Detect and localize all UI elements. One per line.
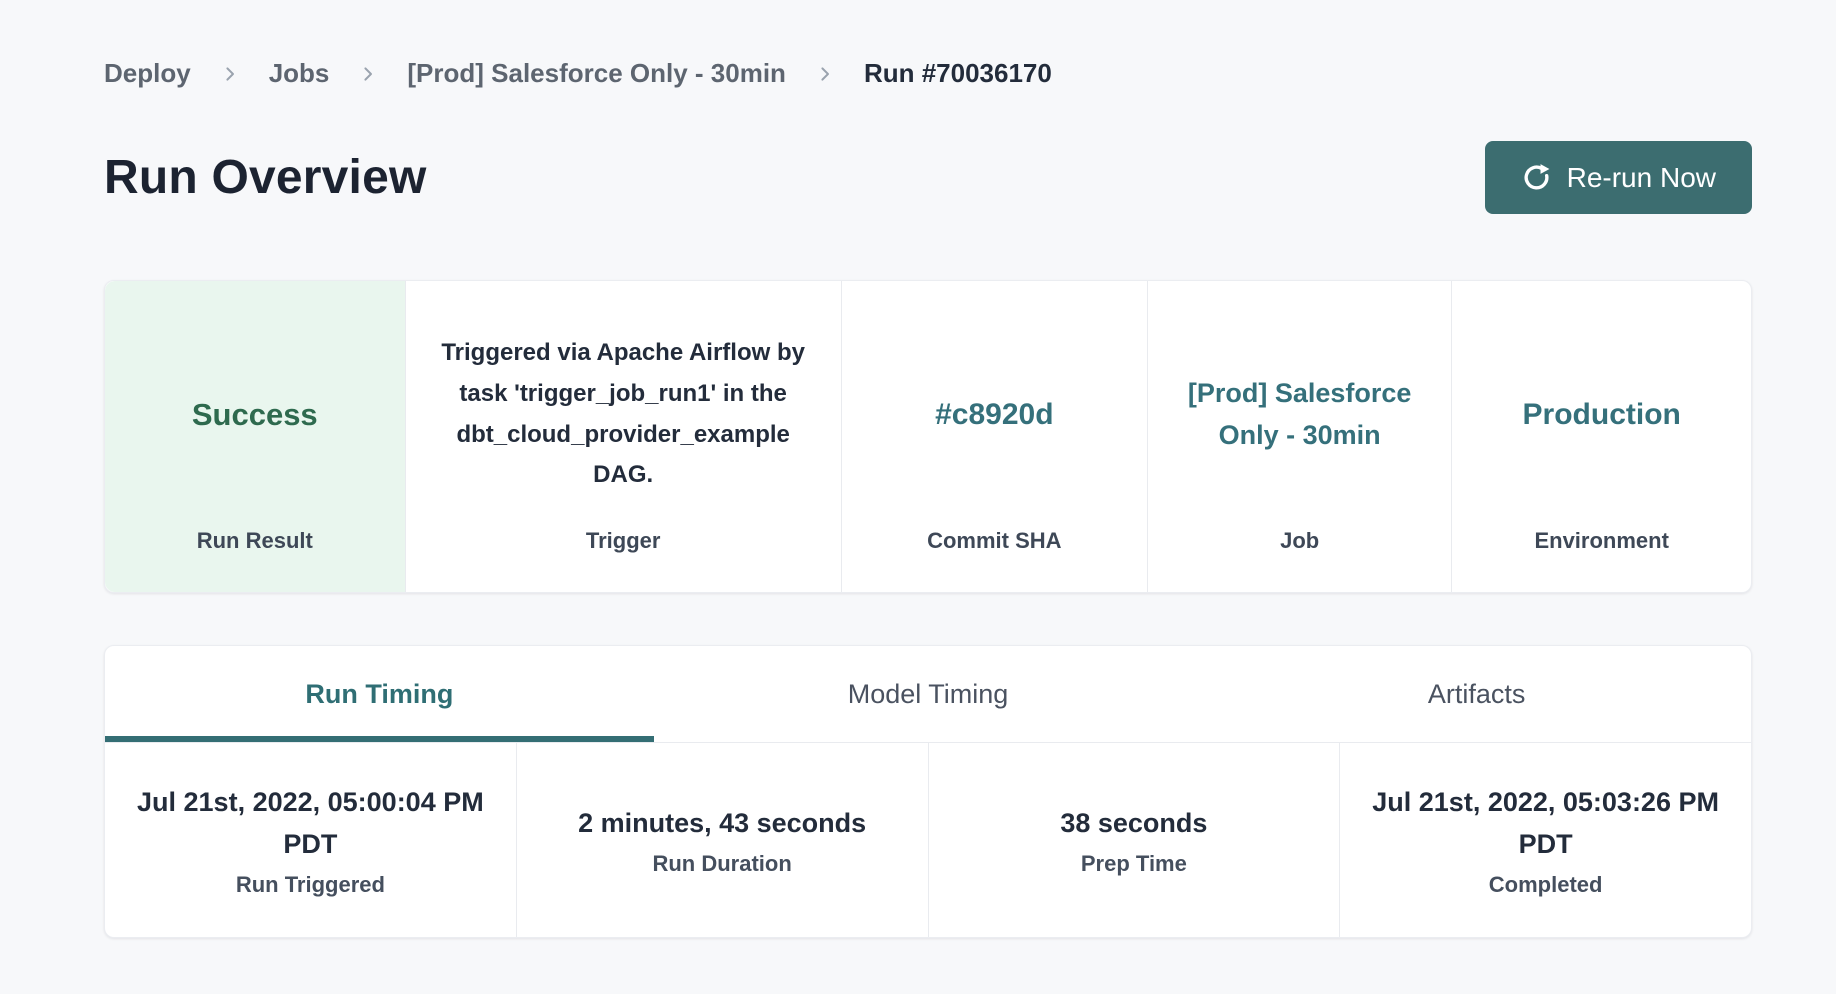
trigger-label: Trigger <box>430 528 817 554</box>
commit-sha-cell: #c8920d Commit SHA <box>841 281 1147 592</box>
breadcrumb-item-run-number: Run #70036170 <box>864 58 1052 89</box>
prep-time-value: 38 seconds <box>1060 803 1207 845</box>
chevron-right-icon <box>221 65 239 83</box>
tab-model-timing[interactable]: Model Timing <box>654 646 1203 742</box>
job-label: Job <box>1172 528 1428 554</box>
environment-label: Environment <box>1476 528 1727 554</box>
job-link[interactable]: [Prod] Salesforce Only - 30min <box>1183 373 1417 457</box>
breadcrumb-item-job-name[interactable]: [Prod] Salesforce Only - 30min <box>407 58 786 89</box>
run-overview-page: Deploy Jobs [Prod] Salesforce Only - 30m… <box>0 0 1836 994</box>
completed-label: Completed <box>1489 872 1603 898</box>
rerun-now-button-label: Re-run Now <box>1567 162 1716 194</box>
run-result-value: Success <box>192 397 318 433</box>
breadcrumb-item-jobs[interactable]: Jobs <box>269 58 330 89</box>
chevron-right-icon <box>816 65 834 83</box>
run-triggered-label: Run Triggered <box>236 872 385 898</box>
environment-cell: Production Environment <box>1451 281 1751 592</box>
run-duration-label: Run Duration <box>652 851 791 877</box>
completed-cell: Jul 21st, 2022, 05:03:26 PM PDT Complete… <box>1339 743 1751 937</box>
page-header: Run Overview Re-run Now <box>104 141 1752 214</box>
breadcrumb-item-deploy[interactable]: Deploy <box>104 58 191 89</box>
completed-value: Jul 21st, 2022, 05:03:26 PM PDT <box>1355 782 1737 866</box>
page-title: Run Overview <box>104 150 427 205</box>
run-timing-panel: Jul 21st, 2022, 05:00:04 PM PDT Run Trig… <box>105 743 1751 937</box>
environment-link[interactable]: Production <box>1523 398 1681 432</box>
trigger-value: Triggered via Apache Airflow by task 'tr… <box>434 333 812 496</box>
chevron-right-icon <box>359 65 377 83</box>
run-duration-cell: 2 minutes, 43 seconds Run Duration <box>516 743 928 937</box>
prep-time-label: Prep Time <box>1081 851 1187 877</box>
prep-time-cell: 38 seconds Prep Time <box>928 743 1340 937</box>
run-result-cell: Success Run Result <box>105 281 405 592</box>
tab-run-timing[interactable]: Run Timing <box>105 646 654 742</box>
commit-sha-label: Commit SHA <box>866 528 1123 554</box>
refresh-icon <box>1521 162 1552 193</box>
trigger-cell: Triggered via Apache Airflow by task 'tr… <box>405 281 841 592</box>
run-duration-value: 2 minutes, 43 seconds <box>578 803 866 845</box>
run-triggered-cell: Jul 21st, 2022, 05:00:04 PM PDT Run Trig… <box>105 743 516 937</box>
rerun-now-button[interactable]: Re-run Now <box>1485 141 1752 214</box>
run-triggered-value: Jul 21st, 2022, 05:00:04 PM PDT <box>119 782 501 866</box>
run-result-label: Run Result <box>129 528 381 554</box>
breadcrumb: Deploy Jobs [Prod] Salesforce Only - 30m… <box>104 0 1752 89</box>
tab-bar: Run Timing Model Timing Artifacts <box>105 646 1751 743</box>
run-summary-card: Success Run Result Triggered via Apache … <box>104 280 1752 593</box>
tab-artifacts[interactable]: Artifacts <box>1202 646 1751 742</box>
run-details-card: Run Timing Model Timing Artifacts Jul 21… <box>104 645 1752 938</box>
commit-sha-link[interactable]: #c8920d <box>935 398 1053 432</box>
job-cell: [Prod] Salesforce Only - 30min Job <box>1147 281 1452 592</box>
